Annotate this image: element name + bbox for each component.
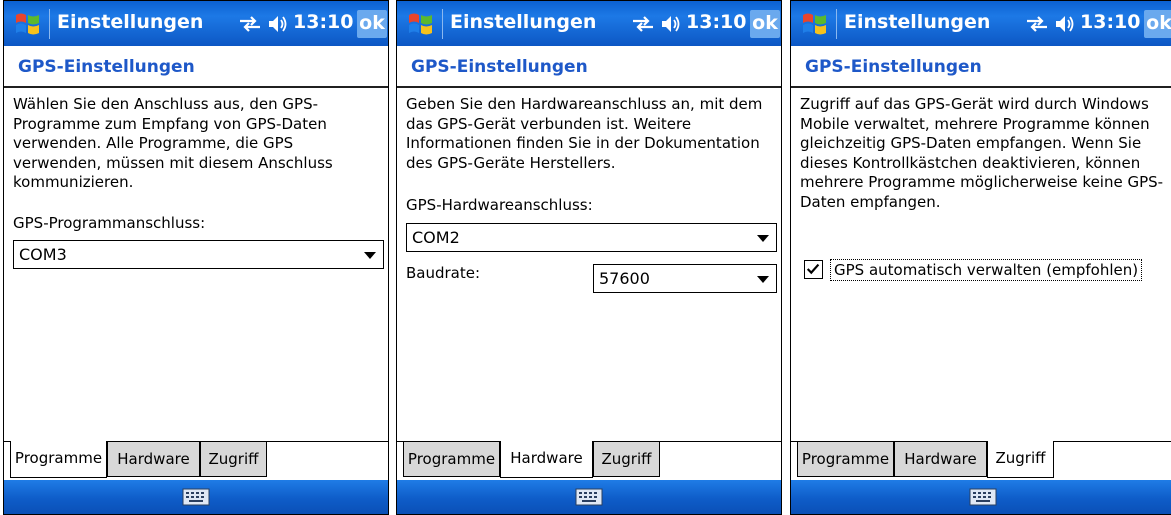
keyboard-icon[interactable] xyxy=(182,488,210,506)
description-text: Wählen Sie den Anschluss aus, den GPS-Pr… xyxy=(13,95,333,191)
title-bar: Einstellungen 13:10 ok xyxy=(790,0,1171,46)
auto-manage-label[interactable]: GPS automatisch verwalten (empfohlen) xyxy=(830,259,1143,281)
ok-button[interactable]: ok xyxy=(357,10,387,38)
connectivity-icon[interactable] xyxy=(1024,13,1050,35)
section-title: GPS-Einstellungen xyxy=(805,57,982,77)
tab-bar: Programme Hardware Zugriff xyxy=(790,441,1171,481)
tab-programme[interactable]: Programme xyxy=(797,441,894,477)
title-separator xyxy=(442,9,443,39)
section-divider xyxy=(396,86,782,88)
description-text: Zugriff auf das GPS-Gerät wird durch Win… xyxy=(800,95,1164,211)
tab-programme[interactable]: Programme xyxy=(403,441,500,477)
tab-hardware[interactable]: Hardware xyxy=(894,441,987,477)
windows-start-icon[interactable] xyxy=(800,10,830,38)
tab-programme[interactable]: Programme xyxy=(10,441,107,478)
tab-bar: Programme Hardware Zugriff xyxy=(396,441,782,481)
dropdown-arrow-icon xyxy=(757,276,769,283)
speaker-icon[interactable] xyxy=(267,13,289,35)
tab-bar: Programme Hardware Zugriff xyxy=(3,441,389,481)
screen-border xyxy=(396,0,782,515)
speaker-icon[interactable] xyxy=(660,13,682,35)
section-divider xyxy=(790,86,1171,88)
baudrate-label: Baudrate: xyxy=(406,264,481,282)
screen-hardware: Einstellungen 13:10 ok GPS-Einstellungen… xyxy=(396,0,782,515)
program-port-label: GPS-Programmanschluss: xyxy=(13,214,206,232)
tab-hardware[interactable]: Hardware xyxy=(500,441,593,478)
description-text: Geben Sie den Hardwareanschluss an, mit … xyxy=(406,95,763,172)
screen-zugriff: Einstellungen 13:10 ok GPS-Einstellungen… xyxy=(790,0,1171,515)
tab-hardware[interactable]: Hardware xyxy=(107,441,200,477)
hardware-port-value: COM2 xyxy=(412,228,460,247)
menu-bar xyxy=(396,480,782,515)
baudrate-value: 57600 xyxy=(599,269,650,288)
clock[interactable]: 13:10 xyxy=(686,11,746,33)
program-port-dropdown[interactable]: COM3 xyxy=(13,240,384,269)
tab-zugriff[interactable]: Zugriff xyxy=(200,441,267,477)
app-title: Einstellungen xyxy=(57,11,204,33)
clock[interactable]: 13:10 xyxy=(1080,11,1140,33)
screen-border xyxy=(790,0,1171,515)
screen-programme: Einstellungen 13:10 ok GPS-Einstellungen… xyxy=(3,0,389,515)
title-bar: Einstellungen 13:10 ok xyxy=(396,0,782,46)
section-title: GPS-Einstellungen xyxy=(18,57,195,77)
connectivity-icon[interactable] xyxy=(630,13,656,35)
checkmark-icon xyxy=(806,263,820,275)
speaker-icon[interactable] xyxy=(1054,13,1076,35)
ok-button[interactable]: ok xyxy=(1144,10,1171,38)
app-title: Einstellungen xyxy=(450,11,597,33)
windows-start-icon[interactable] xyxy=(406,10,436,38)
tab-zugriff[interactable]: Zugriff xyxy=(987,441,1054,478)
windows-start-icon[interactable] xyxy=(13,10,43,38)
keyboard-icon[interactable] xyxy=(969,488,997,506)
program-port-value: COM3 xyxy=(19,245,67,264)
baudrate-dropdown[interactable]: 57600 xyxy=(593,264,777,293)
title-separator xyxy=(49,9,50,39)
clock[interactable]: 13:10 xyxy=(293,11,353,33)
app-title: Einstellungen xyxy=(844,11,991,33)
ok-button[interactable]: ok xyxy=(750,10,780,38)
auto-manage-checkbox[interactable] xyxy=(804,260,823,279)
hardware-port-dropdown[interactable]: COM2 xyxy=(406,223,777,252)
menu-bar xyxy=(3,480,389,515)
dropdown-arrow-icon xyxy=(757,235,769,242)
title-separator xyxy=(836,9,837,39)
section-divider xyxy=(3,86,389,88)
title-bar: Einstellungen 13:10 ok xyxy=(3,0,389,46)
connectivity-icon[interactable] xyxy=(237,13,263,35)
dropdown-arrow-icon xyxy=(364,252,376,259)
keyboard-icon[interactable] xyxy=(575,488,603,506)
section-title: GPS-Einstellungen xyxy=(411,57,588,77)
hardware-port-label: GPS-Hardwareanschluss: xyxy=(406,196,593,214)
menu-bar xyxy=(790,480,1171,515)
tab-zugriff[interactable]: Zugriff xyxy=(593,441,660,477)
